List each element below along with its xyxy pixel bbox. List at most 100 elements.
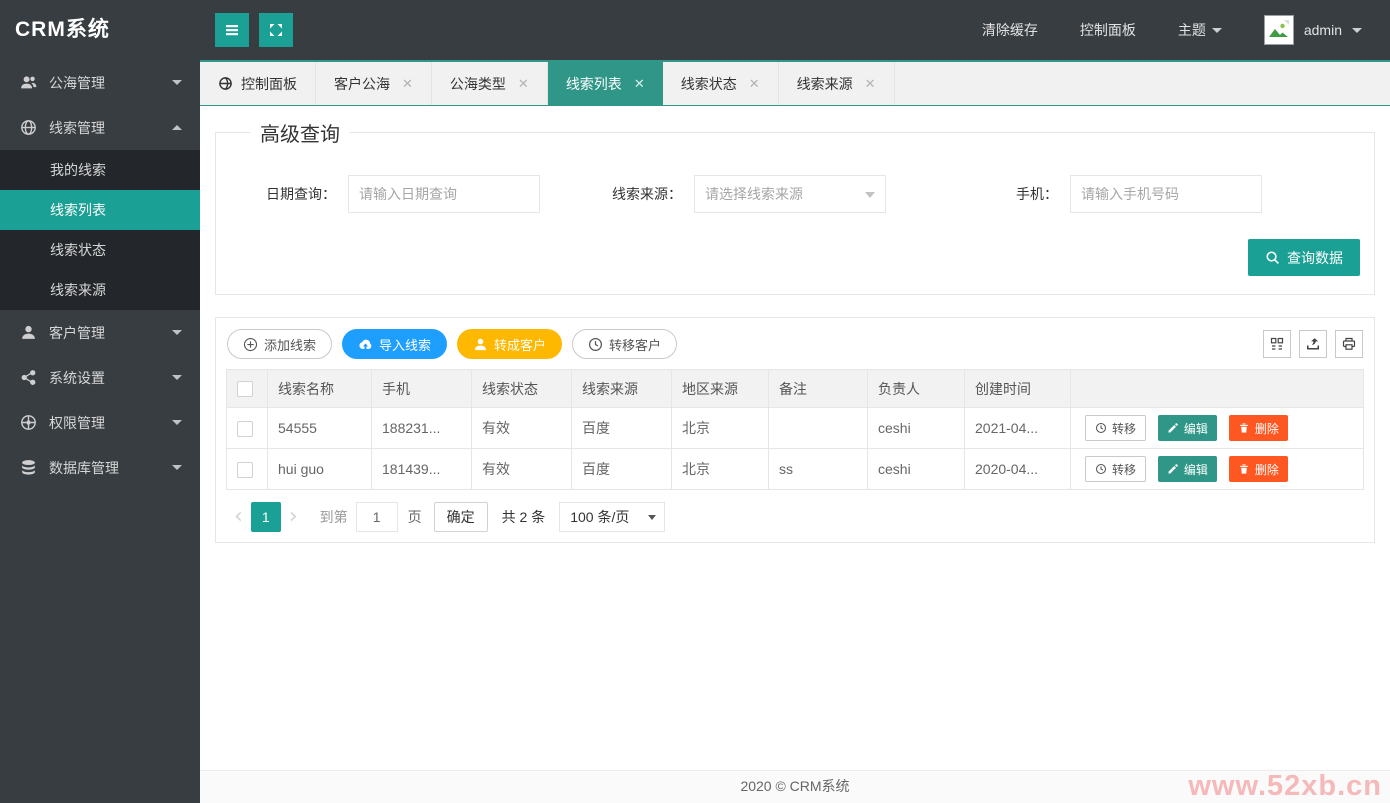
convert-customer-label: 转成客户 — [494, 335, 546, 354]
import-leads-label: 导入线索 — [379, 335, 431, 354]
col-region: 地区来源 — [672, 370, 769, 408]
clock-icon — [1095, 422, 1107, 434]
globe-icon — [218, 76, 233, 91]
menu-collapse-button[interactable] — [215, 13, 249, 47]
row-transfer-button[interactable]: 转移 — [1085, 415, 1146, 441]
sidebar-item-my-leads[interactable]: 我的线索 — [0, 150, 200, 190]
sidebar-item-public-sea[interactable]: 公海管理 — [0, 60, 200, 105]
cell-owner: ceshi — [868, 449, 965, 490]
goto-confirm-button[interactable]: 确定 — [434, 502, 488, 532]
prev-page-icon[interactable]: ‹ — [226, 506, 251, 528]
upload-cloud-icon — [358, 337, 373, 352]
sidebar-item-database[interactable]: 数据库管理 — [0, 445, 200, 490]
search-icon — [1265, 250, 1280, 265]
edit-icon — [1167, 463, 1179, 475]
chevron-down-icon — [1352, 28, 1362, 33]
row-transfer-label: 转移 — [1112, 420, 1136, 437]
current-page[interactable]: 1 — [251, 502, 281, 532]
close-icon[interactable]: ✕ — [634, 77, 645, 90]
export-icon — [1305, 336, 1321, 352]
header-right-nav: 清除缓存 控制面板 主题 admin — [982, 15, 1362, 45]
chevron-up-icon — [172, 125, 182, 130]
chevron-down-icon — [865, 192, 875, 198]
phone-label: 手机： — [974, 184, 1070, 204]
row-edit-button[interactable]: 编辑 — [1158, 415, 1217, 441]
lead-source-field: 线索来源： 请选择线索来源 — [598, 175, 886, 213]
row-edit-button[interactable]: 编辑 — [1158, 456, 1217, 482]
row-delete-button[interactable]: 删除 — [1229, 415, 1288, 441]
table-toolbar: 添加线索 导入线索 转成客户 转移客户 — [226, 328, 1364, 369]
print-button[interactable] — [1335, 330, 1363, 358]
table-row: hui guo 181439... 有效 百度 北京 ss ceshi 2020… — [227, 449, 1364, 490]
clock-icon — [1095, 463, 1107, 475]
close-icon[interactable]: ✕ — [518, 77, 529, 90]
user-icon — [20, 324, 37, 341]
tab-label: 公海类型 — [450, 74, 506, 94]
cell-phone: 188231... — [372, 408, 472, 449]
username-label: admin — [1304, 22, 1342, 38]
total-count: 共 2 条 — [502, 507, 546, 527]
row-edit-label: 编辑 — [1184, 461, 1208, 478]
globe-icon — [20, 119, 37, 136]
import-leads-button[interactable]: 导入线索 — [342, 329, 447, 359]
database-icon — [20, 459, 37, 476]
chevron-down-icon — [172, 80, 182, 85]
row-transfer-button[interactable]: 转移 — [1085, 456, 1146, 482]
col-owner: 负责人 — [868, 370, 965, 408]
close-icon[interactable]: ✕ — [402, 77, 413, 90]
cell-region: 北京 — [672, 449, 769, 490]
close-icon[interactable]: ✕ — [749, 77, 760, 90]
sidebar-item-leads[interactable]: 线索管理 — [0, 105, 200, 150]
select-all-checkbox[interactable] — [237, 381, 253, 397]
tab-label: 控制面板 — [241, 74, 297, 94]
chevron-down-icon — [172, 330, 182, 335]
tab-sea-type[interactable]: 公海类型 ✕ — [432, 62, 548, 105]
cell-note: ss — [769, 449, 868, 490]
sidebar-item-label: 数据库管理 — [49, 458, 119, 478]
tab-customer-sea[interactable]: 客户公海 ✕ — [316, 62, 432, 105]
tab-bar: 控制面板 客户公海 ✕ 公海类型 ✕ 线索列表 ✕ 线索状态 ✕ 线索来源 ✕ — [200, 60, 1390, 106]
query-form-row: 日期查询： 线索来源： 请选择线索来源 手机： — [230, 175, 1360, 213]
chevron-down-icon — [172, 465, 182, 470]
next-page-icon[interactable]: › — [281, 506, 306, 528]
clear-cache-link[interactable]: 清除缓存 — [982, 20, 1038, 40]
row-checkbox[interactable] — [237, 421, 253, 437]
export-button[interactable] — [1299, 330, 1327, 358]
close-icon[interactable]: ✕ — [865, 77, 876, 90]
col-phone: 手机 — [372, 370, 472, 408]
sidebar-item-lead-source[interactable]: 线索来源 — [0, 270, 200, 310]
fullscreen-button[interactable] — [259, 13, 293, 47]
tab-control-panel[interactable]: 控制面板 — [200, 62, 316, 105]
phone-input[interactable] — [1070, 175, 1262, 213]
goto-page-input[interactable] — [356, 502, 398, 532]
convert-customer-button[interactable]: 转成客户 — [457, 329, 562, 359]
row-transfer-label: 转移 — [1112, 461, 1136, 478]
sidebar-item-customers[interactable]: 客户管理 — [0, 310, 200, 355]
date-query-label: 日期查询： — [252, 184, 348, 204]
add-lead-button[interactable]: 添加线索 — [227, 329, 332, 359]
avatar — [1264, 15, 1294, 45]
sidebar-item-permissions[interactable]: 权限管理 — [0, 400, 200, 445]
date-query-input[interactable] — [348, 175, 540, 213]
tab-label: 客户公海 — [334, 74, 390, 94]
sidebar-item-settings[interactable]: 系统设置 — [0, 355, 200, 400]
transfer-customer-button[interactable]: 转移客户 — [572, 329, 677, 359]
row-checkbox[interactable] — [237, 462, 253, 478]
page-size-select[interactable]: 100 条/页 — [559, 502, 665, 532]
sidebar-item-lead-list[interactable]: 线索列表 — [0, 190, 200, 230]
user-menu[interactable]: admin — [1264, 15, 1362, 45]
theme-dropdown[interactable]: 主题 — [1178, 20, 1222, 40]
columns-filter-button[interactable] — [1263, 330, 1291, 358]
table-row: 54555 188231... 有效 百度 北京 ceshi 2021-04..… — [227, 408, 1364, 449]
sidebar-item-lead-status[interactable]: 线索状态 — [0, 230, 200, 270]
tab-lead-source[interactable]: 线索来源 ✕ — [779, 62, 895, 105]
query-data-button[interactable]: 查询数据 — [1248, 239, 1360, 276]
row-delete-button[interactable]: 删除 — [1229, 456, 1288, 482]
header-left-actions — [215, 13, 293, 47]
control-panel-link[interactable]: 控制面板 — [1080, 20, 1136, 40]
cell-lead-name: 54555 — [268, 408, 372, 449]
lead-source-select[interactable]: 请选择线索来源 — [694, 175, 886, 213]
col-lead-name: 线索名称 — [268, 370, 372, 408]
tab-lead-list[interactable]: 线索列表 ✕ — [548, 62, 663, 105]
tab-lead-status[interactable]: 线索状态 ✕ — [663, 62, 779, 105]
